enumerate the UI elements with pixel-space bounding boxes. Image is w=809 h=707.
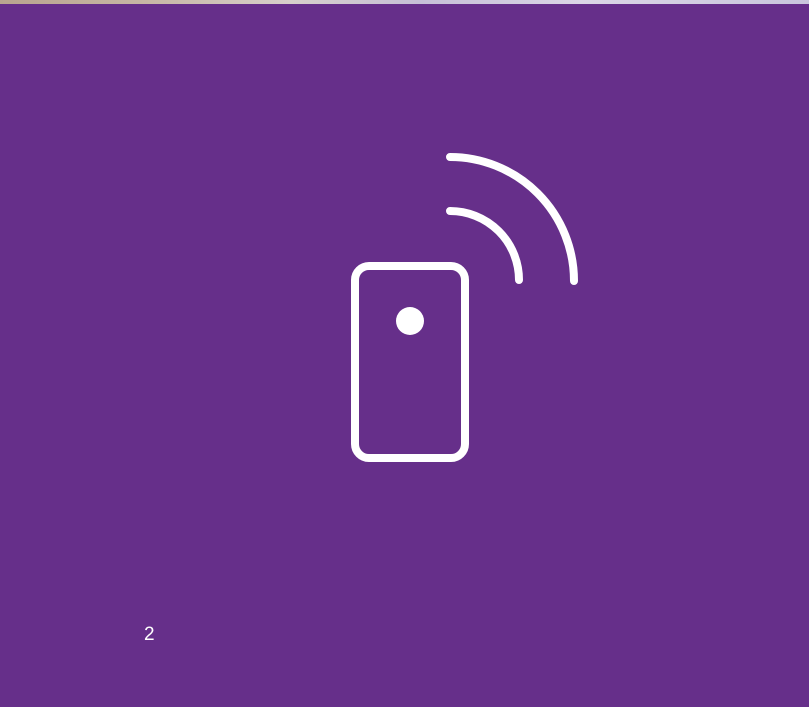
top-image-strip xyxy=(0,0,809,4)
remote-signal-icon xyxy=(351,153,578,462)
signal-wave-large-icon xyxy=(446,153,578,285)
remote-body-icon xyxy=(351,262,469,462)
remote-button-icon xyxy=(396,307,424,335)
page-number: 2 xyxy=(144,624,155,645)
